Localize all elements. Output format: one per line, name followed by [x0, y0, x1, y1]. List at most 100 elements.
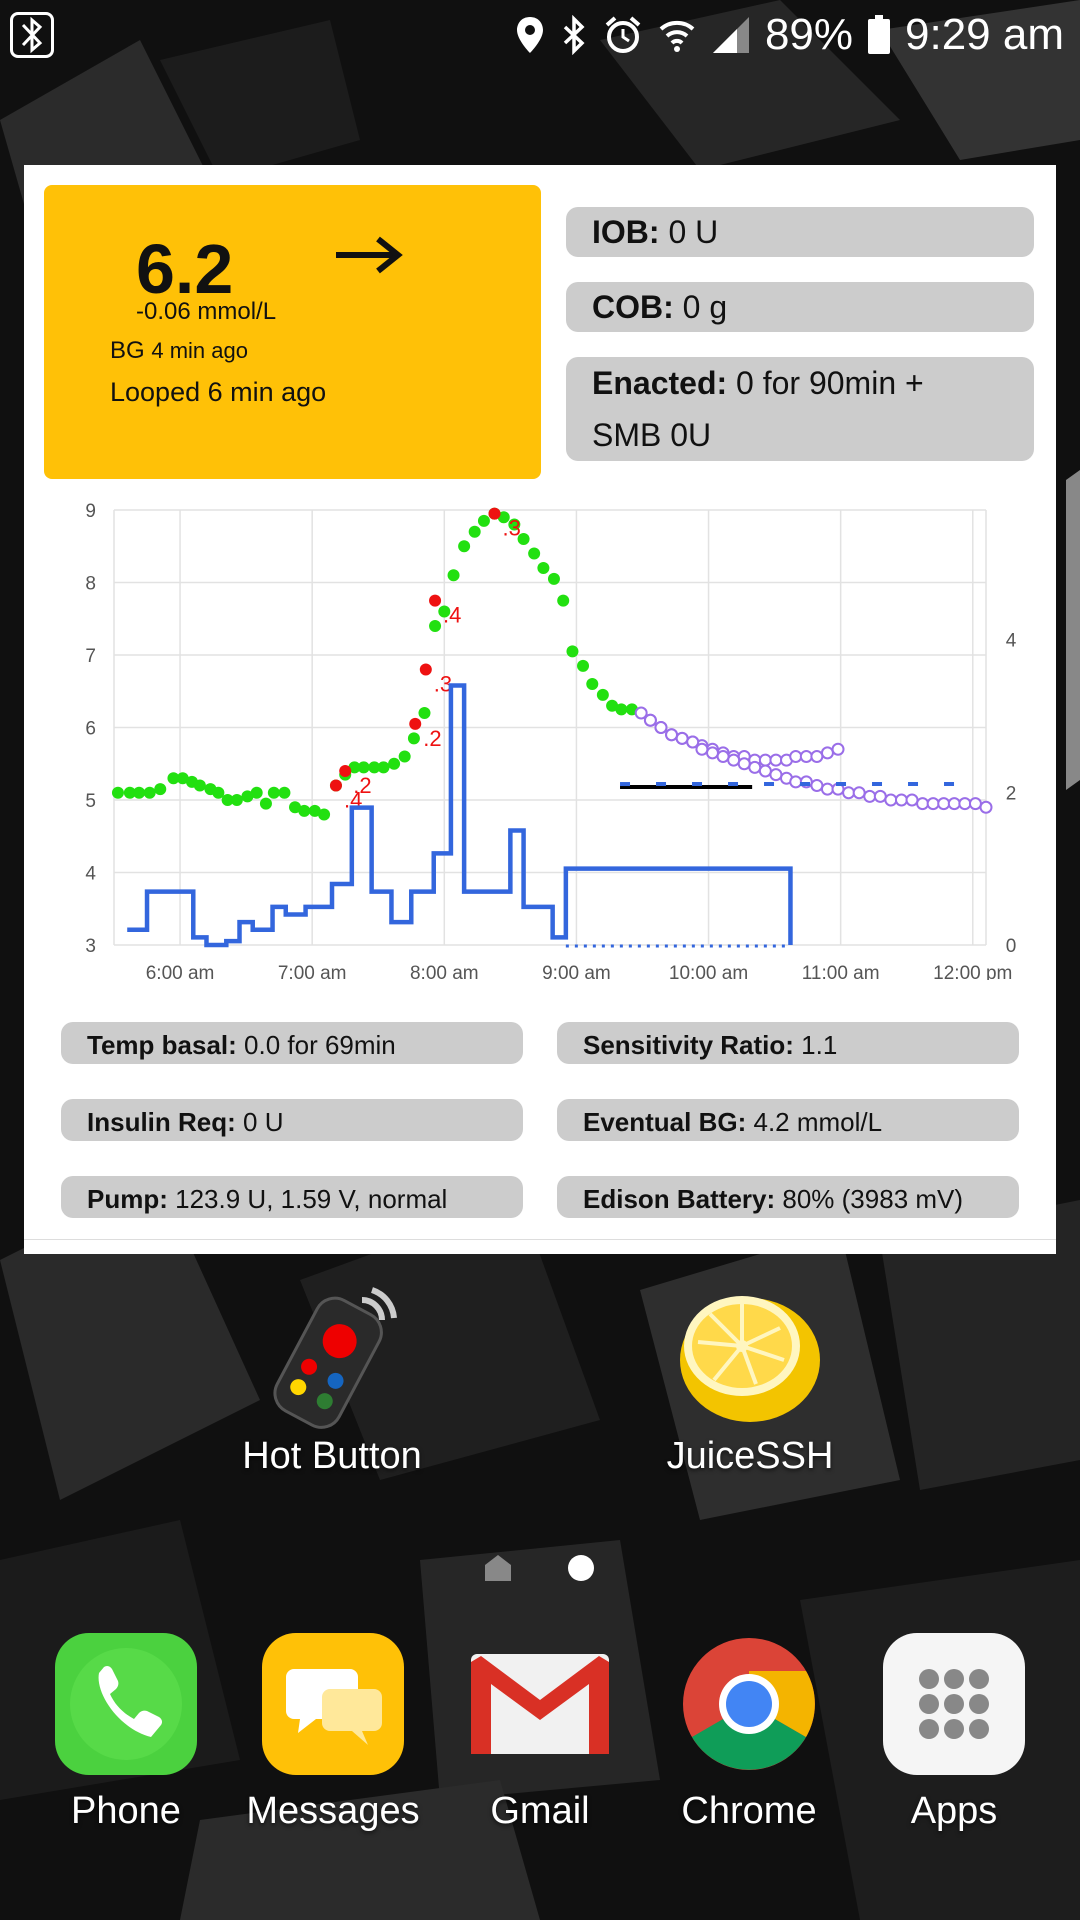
x-tick-label: 7:00 am [278, 963, 347, 980]
bg-point [566, 645, 579, 658]
smb-label: .2 [353, 773, 371, 798]
bg-point [418, 707, 431, 719]
pump-stat: Pump: 123.9 U, 1.59 V, normal [61, 1176, 523, 1218]
bg-card: 6.2 -0.06 mmol/L BG 4 min ago Looped 6 m… [44, 185, 541, 479]
battery-icon [868, 15, 891, 54]
bg-point [586, 678, 599, 690]
y2-tick-label: 0 [1006, 936, 1017, 957]
sensitivity-stat: Sensitivity Ratio: 1.1 [557, 1022, 1019, 1064]
prediction-point [737, 757, 751, 771]
bg-point [398, 750, 411, 763]
location-icon [516, 17, 543, 53]
bg-point [596, 688, 609, 701]
y-tick-label: 4 [85, 864, 96, 885]
bg-point [193, 779, 206, 792]
smb-point [488, 507, 501, 520]
home-page-indicator-icon[interactable] [483, 1553, 513, 1583]
bg-point [230, 794, 243, 806]
prediction-point [884, 793, 898, 807]
chrome-label: Chrome [681, 1790, 817, 1832]
bg-point [133, 786, 146, 799]
bg-point [577, 659, 590, 672]
y-tick-label: 6 [85, 719, 96, 740]
bg-point [557, 594, 570, 607]
page-indicator-dot[interactable] [568, 1555, 594, 1581]
prediction-point [863, 789, 877, 803]
prediction-point [905, 793, 919, 807]
juicessh-lemon-icon [680, 1296, 820, 1422]
bg-point [547, 572, 560, 585]
prediction-point [937, 797, 951, 811]
prediction-point [789, 775, 803, 789]
prediction-point [842, 786, 856, 800]
wifi-icon [659, 20, 695, 52]
app-hot-button[interactable]: Hot Button [232, 1280, 432, 1480]
bg-point [318, 808, 331, 821]
prediction-point [799, 750, 813, 763]
bg-point [278, 786, 291, 799]
prediction-point [665, 728, 679, 742]
bg-point [259, 797, 272, 810]
prediction-point [873, 789, 887, 803]
looped-status: Looped 6 min ago [110, 377, 327, 407]
gmail-label: Gmail [490, 1790, 590, 1832]
dock-chrome[interactable] [678, 1633, 820, 1775]
x-tick-label: 9:00 am [542, 963, 611, 980]
prediction-point [820, 782, 834, 796]
app-juicessh[interactable]: JuiceSSH [640, 1280, 860, 1480]
hot-button-icon [273, 1287, 397, 1429]
prediction-point [810, 779, 824, 792]
hot-button-label: Hot Button [242, 1435, 422, 1477]
prediction-point [758, 753, 772, 767]
openaps-widget[interactable]: 6 .2 -0.06 mmol/L BG 4 min ago Looped 6 m… [24, 165, 1056, 1254]
bg-point [429, 620, 442, 632]
messages-icon [262, 1633, 404, 1775]
messages-label: Messages [246, 1790, 420, 1832]
x-tick-label: 6:00 am [146, 963, 215, 980]
smb-label: .3 [503, 516, 521, 541]
bg-delta: -0.06 mmol/L [136, 298, 277, 325]
prediction-point [727, 753, 741, 767]
dock-messages[interactable] [262, 1633, 404, 1775]
bg-age: BG 4 min ago [110, 337, 248, 364]
prediction-point [654, 721, 668, 734]
prediction-point [831, 742, 845, 756]
y-tick-label: 8 [85, 574, 96, 595]
y-tick-label: 9 [85, 501, 96, 522]
prediction-point [758, 764, 772, 778]
prediction-point [810, 750, 824, 763]
prediction-point [643, 713, 657, 727]
prediction-point [968, 797, 982, 811]
trend-arrow-icon [336, 236, 403, 274]
smb-label: .2 [423, 726, 441, 751]
dock-apps[interactable] [883, 1633, 1025, 1775]
bg-point [528, 547, 541, 560]
prediction-point [947, 797, 961, 811]
prediction-point [894, 793, 908, 807]
bg-point [388, 757, 401, 770]
edison-battery-stat: Edison Battery: 80% (3983 mV) [557, 1176, 1019, 1218]
clock: 9:29 am [905, 10, 1064, 59]
battery-percent: 89% [764, 10, 854, 59]
cob-pill: COB: 0 g [566, 282, 1034, 332]
bg-point [111, 786, 124, 799]
smb-point [409, 717, 422, 730]
dock-gmail[interactable] [469, 1652, 611, 1762]
x-tick-label: 11:00 am [802, 963, 880, 980]
gmail-icon [471, 1654, 609, 1754]
y-tick-label: 5 [85, 791, 96, 812]
x-tick-label: 8:00 am [410, 963, 479, 980]
prediction-point [926, 797, 940, 811]
prediction-point [769, 753, 783, 767]
iob-pill: IOB: 0 U [566, 207, 1034, 257]
status-bar: 89% 9:29 am [0, 0, 1080, 78]
apps-label: Apps [910, 1790, 998, 1832]
bg-point [477, 514, 490, 527]
bg-point [447, 569, 460, 582]
eventual-bg-stat: Eventual BG: 4.2 mmol/L [557, 1099, 1019, 1141]
bg-point [615, 703, 628, 716]
smb-point [429, 594, 442, 607]
prediction-point [916, 797, 930, 811]
dock-phone[interactable] [55, 1633, 197, 1775]
bg-point [298, 804, 311, 817]
